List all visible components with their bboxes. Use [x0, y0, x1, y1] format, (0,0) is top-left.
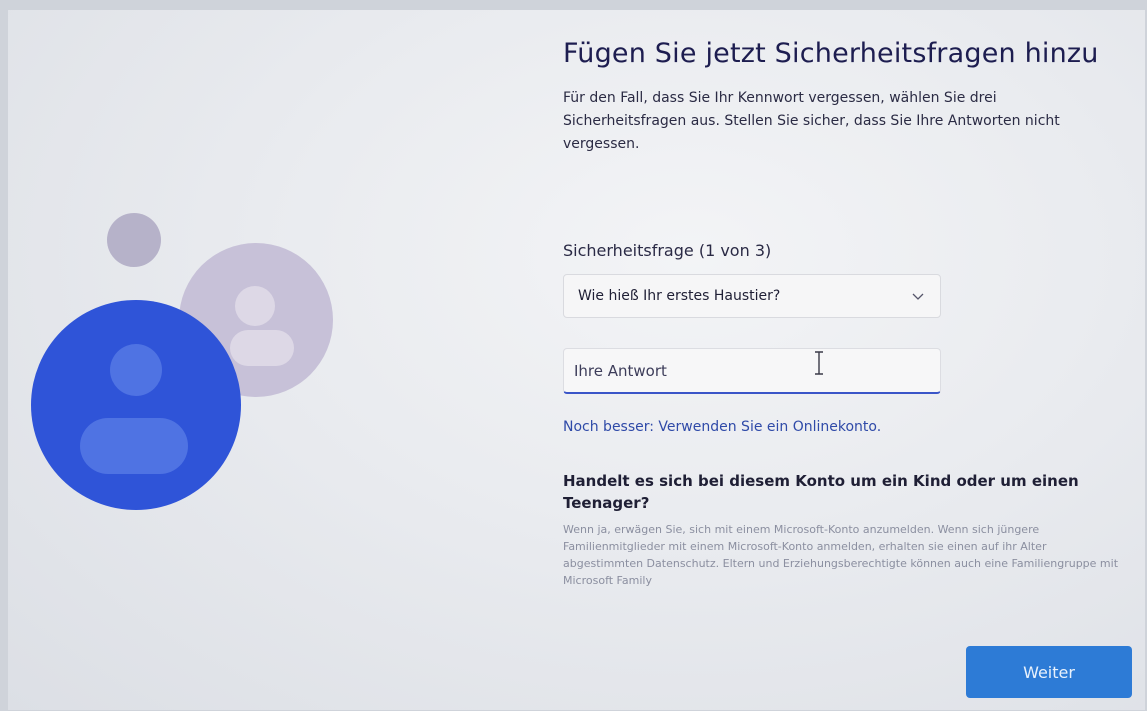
security-questions-panel: Fügen Sie jetzt Sicherheitsfragen hinzu …: [563, 38, 1143, 587]
primary-avatar-head: [110, 344, 162, 396]
child-account-heading: Handelt es sich bei diesem Konto um ein …: [563, 472, 1079, 512]
child-account-description: Wenn ja, erwägen Sie, sich mit einem Mic…: [563, 523, 1119, 587]
text-cursor-icon: [815, 351, 823, 375]
answer-input[interactable]: [563, 348, 941, 394]
next-button[interactable]: Weiter: [966, 646, 1132, 698]
security-question-label: Sicherheitsfrage (1 von 3): [563, 241, 772, 260]
online-account-link[interactable]: Noch besser: Verwenden Sie ein Onlinekon…: [563, 419, 881, 435]
chevron-down-icon: [912, 293, 924, 300]
security-question-dropdown[interactable]: Wie hieß Ihr erstes Haustier?: [563, 274, 941, 318]
primary-avatar-body: [80, 418, 188, 474]
secondary-avatar-body: [230, 330, 294, 366]
small-circle-decoration: [107, 213, 161, 267]
user-accounts-illustration: [31, 213, 333, 510]
secondary-avatar-head: [235, 286, 275, 326]
security-question-selected: Wie hieß Ihr erstes Haustier?: [578, 288, 781, 304]
page-description: Für den Fall, dass Sie Ihr Kennwort verg…: [563, 90, 1060, 152]
page-title: Fügen Sie jetzt Sicherheitsfragen hinzu: [563, 38, 1099, 69]
primary-avatar-circle: [31, 300, 241, 510]
setup-screen: Fügen Sie jetzt Sicherheitsfragen hinzu …: [8, 10, 1145, 710]
